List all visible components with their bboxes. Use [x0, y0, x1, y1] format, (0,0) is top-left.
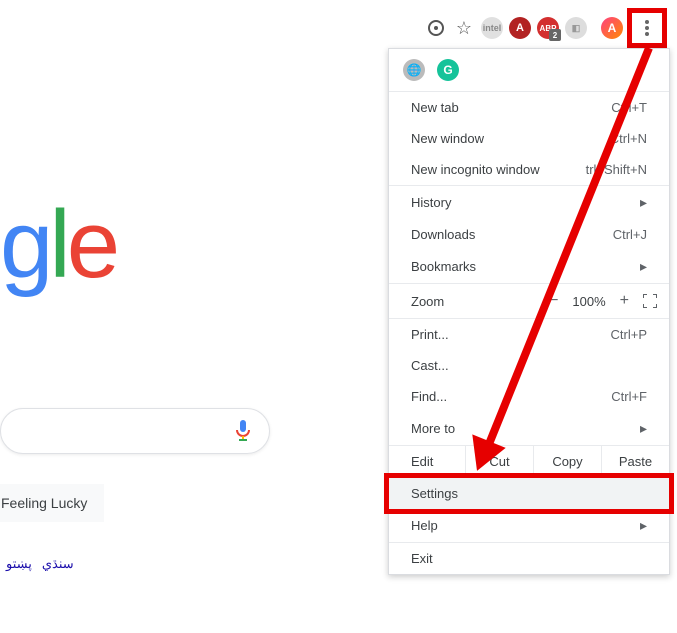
menu-downloads-shortcut: Ctrl+J [613, 227, 647, 242]
menu-bookmarks-label: Bookmarks [411, 259, 476, 274]
profile-avatar[interactable]: A [599, 15, 625, 41]
logo-letter-g: g [0, 190, 49, 300]
submenu-arrow-icon: ▸ [640, 517, 647, 534]
menu-extensions-row: 🌐 G [389, 49, 669, 91]
menu-find-shortcut: Ctrl+F [611, 389, 647, 404]
menu-zoom-label: Zoom [411, 294, 444, 309]
extension-pdf-icon[interactable]: A [507, 15, 533, 41]
menu-find-label: Find... [411, 389, 447, 404]
fullscreen-icon[interactable] [643, 294, 657, 308]
menu-help[interactable]: Help ▸ [389, 509, 669, 542]
menu-incognito[interactable]: New incognito window trl+Shift+N [389, 154, 669, 185]
extension-intel-icon[interactable]: intel [479, 15, 505, 41]
zoom-in-button[interactable]: + [620, 292, 629, 310]
zoom-value: 100% [572, 294, 605, 309]
overflow-menu-button[interactable] [634, 15, 660, 41]
location-icon[interactable] [423, 15, 449, 41]
menu-incognito-label: New incognito window [411, 162, 540, 177]
menu-print-label: Print... [411, 327, 449, 342]
menu-exit[interactable]: Exit [389, 543, 669, 574]
menu-settings-label: Settings [411, 486, 458, 501]
toolbar-separator [591, 15, 597, 41]
menu-ext-grammarly-icon[interactable]: G [437, 59, 459, 81]
logo-letter-e: e [67, 190, 116, 300]
menu-new-window-label: New window [411, 131, 484, 146]
menu-zoom: Zoom − 100% + [389, 284, 669, 318]
browser-toolbar: ☆ intel A ABP 2 ◧ A [423, 8, 667, 48]
submenu-arrow-icon: ▸ [640, 420, 647, 437]
menu-help-label: Help [411, 518, 438, 533]
voice-search-icon[interactable] [235, 420, 251, 442]
menu-downloads-label: Downloads [411, 227, 475, 242]
submenu-arrow-icon: ▸ [640, 194, 647, 211]
language-links: پښتو سنڌي [6, 556, 74, 572]
language-link-pashto[interactable]: پښتو [6, 556, 32, 572]
feeling-lucky-button[interactable]: Feeling Lucky [0, 484, 104, 522]
bookmark-star-icon[interactable]: ☆ [451, 15, 477, 41]
menu-settings[interactable]: Settings [384, 473, 674, 514]
overflow-menu: 🌐 G New tab Ctrl+T New window Ctrl+N New… [388, 48, 670, 575]
menu-downloads[interactable]: Downloads Ctrl+J [389, 219, 669, 250]
menu-ext-globe-icon[interactable]: 🌐 [403, 59, 425, 81]
menu-cast-label: Cast... [411, 358, 449, 373]
menu-new-tab-label: New tab [411, 100, 459, 115]
menu-history-label: History [411, 195, 451, 210]
extension-android-icon[interactable]: ◧ [563, 15, 589, 41]
menu-more-tools-label: More to [411, 421, 455, 436]
search-input[interactable] [0, 408, 270, 454]
logo-letter-l: l [49, 190, 66, 300]
menu-bookmarks[interactable]: Bookmarks ▸ [389, 250, 669, 283]
extension-abp-icon[interactable]: ABP 2 [535, 15, 561, 41]
menu-history[interactable]: History ▸ [389, 186, 669, 219]
submenu-arrow-icon: ▸ [640, 258, 647, 275]
overflow-menu-highlight [627, 8, 667, 48]
menu-find[interactable]: Find... Ctrl+F [389, 381, 669, 412]
menu-exit-label: Exit [411, 551, 433, 566]
language-link-sindhi[interactable]: سنڌي [42, 556, 74, 572]
menu-print-shortcut: Ctrl+P [611, 327, 647, 342]
google-logo: g l e [0, 190, 116, 300]
menu-more-tools[interactable]: More to ▸ [389, 412, 669, 445]
menu-new-window[interactable]: New window Ctrl+N [389, 123, 669, 154]
